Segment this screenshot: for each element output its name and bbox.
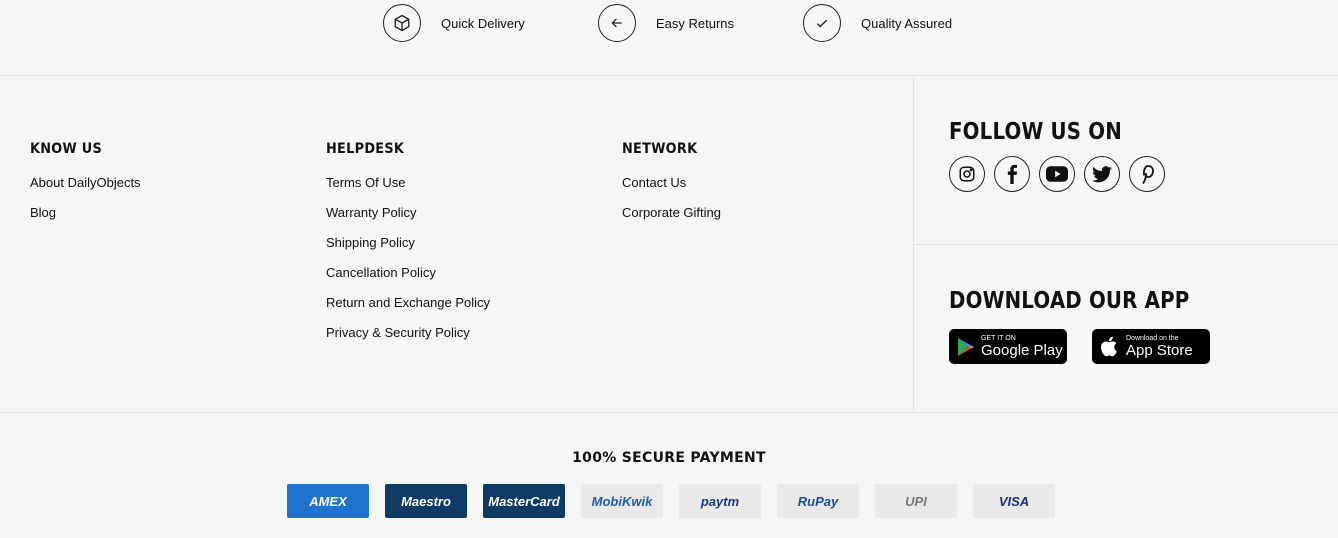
download-title: DOWNLOAD OUR APP [949,288,1190,314]
payment-visa: VISA [973,484,1055,518]
column-title: KNOW US [30,141,103,157]
youtube-icon[interactable] [1039,156,1075,192]
apple-icon [1101,336,1117,357]
facebook-icon[interactable] [994,156,1030,192]
payment-paytm: paytm [679,484,761,518]
box-icon [383,4,421,42]
column-title: HELPDESK [326,141,405,157]
arrow-left-icon [598,4,636,42]
link-shipping[interactable]: Shipping Policy [326,235,490,265]
payment-mastercard: MasterCard [483,484,565,518]
payment-rupay: RuPay [777,484,859,518]
know-us-column: KNOW US About DailyObjects Blog [30,141,141,235]
instagram-icon[interactable] [949,156,985,192]
feature-quality-assured: Quality Assured [803,3,952,43]
payment-upi: UPI [875,484,957,518]
payment-label: UPI [905,493,927,509]
link-warranty[interactable]: Warranty Policy [326,205,490,235]
link-blog[interactable]: Blog [30,205,141,235]
helpdesk-column: HELPDESK Terms Of Use Warranty Policy Sh… [326,141,490,355]
google-play-icon [958,337,974,356]
features-bar: Quick Delivery Easy Returns Quality Assu… [0,0,1338,76]
payment-amex: AMEX [287,484,369,518]
google-play-button[interactable]: GET IT ON Google Play [949,329,1067,364]
link-cancellation[interactable]: Cancellation Policy [326,265,490,295]
app-store-button[interactable]: Download on the App Store [1092,329,1210,364]
link-corporate-gifting[interactable]: Corporate Gifting [622,205,721,235]
link-contact[interactable]: Contact Us [622,175,721,205]
apple-big: App Store [1126,341,1193,359]
google-big: Google Play [981,341,1063,359]
payment-label: VISA [998,493,1030,509]
link-privacy[interactable]: Privacy & Security Policy [326,325,490,355]
link-about[interactable]: About DailyObjects [30,175,141,205]
secure-payment-title: 100% SECURE PAYMENT [572,450,766,466]
payment-label: AMEX [309,493,347,509]
payment-label: MobiKwik [591,493,653,509]
horizontal-divider [914,244,1338,245]
payment-label: paytm [700,493,740,509]
payment-label: MasterCard [488,493,560,509]
payment-label: RuPay [797,493,839,509]
column-title: NETWORK [622,141,698,157]
bottom-divider [0,412,1338,413]
link-terms[interactable]: Terms Of Use [326,175,490,205]
payment-maestro: Maestro [385,484,467,518]
feature-easy-returns: Easy Returns [598,3,734,43]
social-icons [949,156,1165,192]
feature-quick-delivery: Quick Delivery [383,3,525,43]
link-returns[interactable]: Return and Exchange Policy [326,295,490,325]
feature-label: Quality Assured [861,15,953,31]
feature-label: Quick Delivery [441,15,525,31]
twitter-icon[interactable] [1084,156,1120,192]
payment-label: Maestro [401,493,451,509]
feature-label: Easy Returns [656,15,735,31]
payment-methods: AMEX Maestro MasterCard MobiKwik paytm R… [287,484,1055,518]
pinterest-icon[interactable] [1129,156,1165,192]
follow-title: FOLLOW US ON [949,119,1122,145]
payment-mobikwik: MobiKwik [581,484,663,518]
check-icon [803,4,841,42]
network-column: NETWORK Contact Us Corporate Gifting [622,141,721,235]
